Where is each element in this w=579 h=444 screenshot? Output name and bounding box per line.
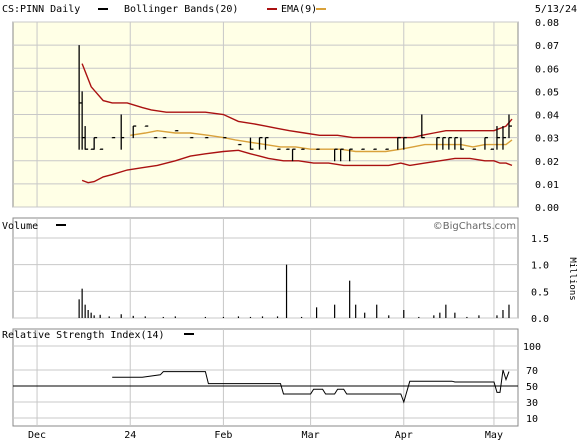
- price-bar: [276, 148, 281, 150]
- price-y-tick-label: 0.05: [535, 87, 559, 98]
- price-bar: [490, 148, 494, 150]
- symbol-label: CS:PINN Daily: [2, 4, 80, 15]
- price-y-tick-label: 0.00: [535, 203, 559, 214]
- rsi-label: Relative Strength Index(14): [2, 330, 165, 341]
- price-bar: [472, 148, 476, 150]
- price-bar: [385, 148, 389, 150]
- x-tick-label: May: [485, 430, 503, 441]
- rsi-y-tick-label: 100: [523, 342, 541, 353]
- chart-date: 5/13/24: [535, 4, 577, 15]
- volume-y-tick-label: 1.5: [531, 234, 549, 245]
- volume-label: Volume: [2, 221, 38, 232]
- bigcharts-watermark: ©BigCharts.com: [433, 221, 516, 232]
- x-tick-label: Feb: [214, 430, 232, 441]
- rsi-y-tick-label: 30: [526, 398, 538, 409]
- price-bar: [373, 148, 377, 150]
- price-bar: [111, 136, 116, 139]
- x-tick-label: Mar: [302, 430, 320, 441]
- x-tick-label: Apr: [395, 430, 413, 441]
- x-tick-label: 24: [124, 430, 136, 441]
- price-bar: [237, 143, 242, 146]
- price-y-tick-label: 0.06: [535, 64, 559, 75]
- price-bar: [300, 148, 305, 150]
- rsi-y-tick-label: 10: [526, 414, 538, 425]
- price-y-tick-label: 0.02: [535, 157, 559, 168]
- stock-chart: CS:PINN Daily Bollinger Bands(20) EMA(9)…: [0, 0, 579, 444]
- rsi-y-tick-label: 50: [526, 382, 538, 393]
- price-y-tick-label: 0.01: [535, 180, 559, 191]
- rsi-y-tick-label: 70: [526, 366, 538, 377]
- price-bar: [285, 148, 290, 150]
- price-bar: [174, 130, 179, 132]
- bollinger-label: Bollinger Bands(20): [124, 4, 238, 15]
- price-y-tick-label: 0.04: [535, 111, 559, 122]
- ema-label: EMA(9): [281, 4, 317, 15]
- price-y-axis: 0.00 0.01 0.02 0.03 0.04 0.05 0.06 0.07 0.08: [535, 18, 559, 214]
- price-bar: [204, 136, 209, 139]
- price-y-tick-label: 0.03: [535, 134, 559, 145]
- rsi-panel: [12, 328, 519, 427]
- volume-panel: [12, 217, 519, 319]
- x-tick-label: Dec: [28, 430, 46, 441]
- price-bar: [222, 136, 227, 139]
- price-bar: [144, 125, 149, 127]
- volume-y-tick-label: 0.5: [531, 287, 549, 298]
- price-y-tick-label: 0.07: [535, 41, 559, 52]
- price-bar: [162, 136, 167, 139]
- price-bar: [189, 136, 194, 139]
- price-bar: [361, 148, 365, 150]
- volume-y-tick-label: 0.0: [531, 314, 549, 325]
- volume-units-label: Millions: [567, 257, 577, 300]
- price-bar: [315, 148, 320, 150]
- price-bar: [153, 136, 158, 139]
- volume-y-tick-label: 1.0: [531, 261, 549, 272]
- price-bar: [99, 148, 104, 150]
- price-y-tick-label: 0.08: [535, 18, 559, 29]
